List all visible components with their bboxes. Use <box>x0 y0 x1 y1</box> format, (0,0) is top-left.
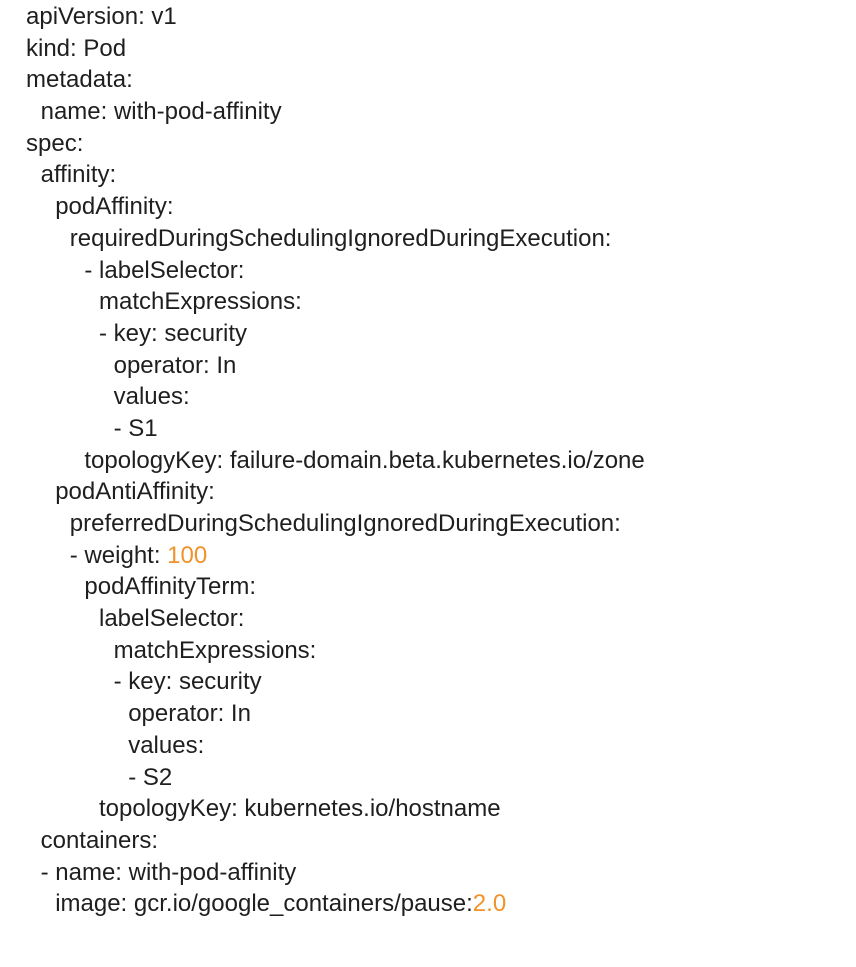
yaml-code-block: apiVersion: v1 kind: Pod metadata: name: wi… <box>26 1 846 920</box>
code-line: topologyKey: kubernetes.io/hostname <box>26 793 846 825</box>
code-line: kind: Pod <box>26 33 846 65</box>
code-line: - weight: 100 <box>26 540 846 572</box>
code-text: preferredDuringSchedulingIgnoredDuringEx… <box>69 510 621 537</box>
code-line: topologyKey: failure-domain.beta.kuberne… <box>26 445 846 477</box>
code-line: requiredDuringSchedulingIgnoredDuringExe… <box>26 223 846 255</box>
code-text: operator: In <box>128 700 251 728</box>
code-line: - labelSelector: <box>26 255 846 287</box>
code-text: podAffinityTerm: <box>84 573 257 601</box>
code-line: values: <box>26 730 846 762</box>
code-line: spec: <box>26 128 846 160</box>
code-line: - S2 <box>26 762 846 794</box>
code-line: - S1 <box>26 413 846 445</box>
code-text: kind: Pod <box>26 34 127 62</box>
code-text: metadata: <box>26 66 133 94</box>
code-line: podAffinityTerm: <box>26 571 846 603</box>
code-text: matchExpressions: <box>113 636 317 664</box>
code-text: labelSelector: <box>99 605 245 633</box>
code-text: - name: with-pod-affinity <box>40 858 297 886</box>
code-text: containers: <box>40 826 158 854</box>
code-line: containers: <box>26 825 846 857</box>
code-text: podAntiAffinity: <box>55 478 215 506</box>
code-text: topologyKey: failure-domain.beta.kuberne… <box>84 446 645 474</box>
code-text: matchExpressions: <box>99 288 302 316</box>
code-text: - S2 <box>128 763 173 791</box>
code-text: podAffinity: <box>55 193 174 221</box>
code-text: values: <box>113 383 190 411</box>
code-line: - name: with-pod-affinity <box>26 857 846 889</box>
code-text: spec: <box>26 129 84 157</box>
code-text: affinity: <box>40 161 117 189</box>
code-text: values: <box>128 731 205 759</box>
code-line: podAffinity: <box>26 191 846 223</box>
code-line: - key: security <box>26 666 846 698</box>
code-text: name: with-pod-affinity <box>40 98 282 126</box>
numeric-value: 100 <box>167 541 208 569</box>
numeric-value: 2.0 <box>472 890 507 918</box>
code-line: metadata: <box>26 64 846 96</box>
code-text: image: gcr.io/google_containers/pause: <box>55 890 473 918</box>
code-line: image: gcr.io/google_containers/pause:2.… <box>26 888 846 920</box>
code-line: podAntiAffinity: <box>26 476 846 508</box>
code-line: preferredDuringSchedulingIgnoredDuringEx… <box>26 508 846 540</box>
code-line: operator: In <box>26 350 846 382</box>
code-line: affinity: <box>26 159 846 191</box>
code-text: - key: security <box>113 668 262 696</box>
code-text: - labelSelector: <box>84 256 245 284</box>
code-line: matchExpressions: <box>26 635 846 667</box>
code-line: name: with-pod-affinity <box>26 96 846 128</box>
code-text: apiVersion: v1 <box>26 3 177 30</box>
code-line: apiVersion: v1 <box>26 1 846 33</box>
code-text: requiredDuringSchedulingIgnoredDuringExe… <box>69 224 612 252</box>
code-line: - key: security <box>26 318 846 350</box>
code-line: labelSelector: <box>26 603 846 635</box>
code-text: topologyKey: kubernetes.io/hostname <box>99 795 501 823</box>
code-line: operator: In <box>26 698 846 730</box>
code-text: - S1 <box>113 414 158 442</box>
code-line: values: <box>26 381 846 413</box>
code-text: operator: In <box>113 351 237 379</box>
code-text: - weight: <box>69 541 168 569</box>
code-line: matchExpressions: <box>26 286 846 318</box>
code-text: - key: security <box>99 319 248 347</box>
